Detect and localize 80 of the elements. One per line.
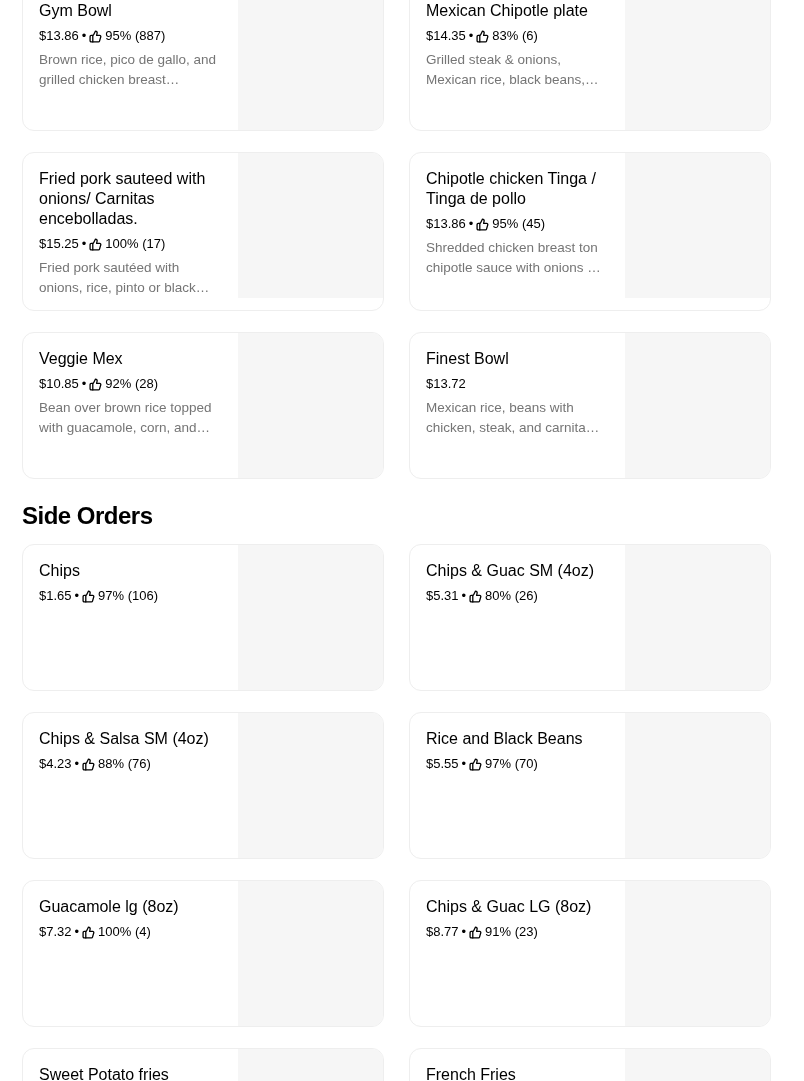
separator-dot: • bbox=[468, 215, 474, 233]
item-rating: 83% (6) bbox=[492, 27, 538, 45]
separator-dot: • bbox=[461, 923, 467, 941]
item-name: Chips & Salsa SM (4oz) bbox=[39, 729, 210, 749]
item-rating: 95% (887) bbox=[105, 27, 166, 45]
separator-dot: • bbox=[74, 923, 80, 941]
item-name: Rice and Black Beans bbox=[426, 729, 584, 749]
item-name: Chipotle chicken Tinga / Tinga de pollo bbox=[426, 169, 597, 209]
item-name: Guacamole lg (8oz) bbox=[39, 897, 180, 917]
item-price: $8.77 bbox=[426, 923, 459, 941]
item-price: $4.23 bbox=[39, 755, 72, 773]
item-price: $13.86 bbox=[426, 215, 466, 233]
menu-item-card[interactable]: Sweet Potato fries bbox=[22, 1048, 384, 1081]
thumbs-up-icon bbox=[476, 29, 490, 43]
item-description: Mexican rice, beans with chicken, steak, and carnita… bbox=[426, 399, 601, 437]
thumbs-up-icon bbox=[89, 237, 103, 251]
section-heading: Side Orders bbox=[22, 502, 154, 530]
item-rating: 97% (70) bbox=[485, 755, 538, 773]
thumbs-up-icon bbox=[82, 589, 96, 603]
item-rating: 92% (28) bbox=[105, 375, 159, 393]
menu-item-card[interactable]: Chips & Salsa SM (4oz) $4.23 • 88% (76) bbox=[22, 712, 384, 859]
separator-dot: • bbox=[74, 587, 80, 605]
menu-item-card[interactable]: Guacamole lg (8oz) $7.32 • 100% (4) bbox=[22, 880, 384, 1027]
item-name: Gym Bowl bbox=[39, 1, 113, 21]
separator-dot: • bbox=[461, 755, 467, 773]
item-name: Mexican Chipotle plate bbox=[426, 1, 589, 21]
item-description: Shredded chicken breast ton chipotle sauce with onions … bbox=[426, 239, 602, 277]
menu-item-card[interactable]: Finest Bowl $13.72 Mexican rice, beans with chicken, steak, and carnita… bbox=[409, 332, 771, 479]
item-description: Grilled steak & onions, Mexican rice, black beans,… bbox=[426, 51, 600, 89]
menu-item-card[interactable]: Rice and Black Beans $5.55 • 97% (70) bbox=[409, 712, 771, 859]
item-price: $5.55 bbox=[426, 755, 459, 773]
menu-item-card[interactable]: Chips & Guac LG (8oz) $8.77 • 91% (23) bbox=[409, 880, 771, 1027]
separator-dot: • bbox=[74, 755, 80, 773]
menu-item-card[interactable]: Chipotle chicken Tinga / Tinga de pollo $13.86 • 95% (45) Shredded chicken breast ton chipotle sauce with onions … bbox=[409, 152, 771, 311]
separator-dot: • bbox=[468, 27, 474, 45]
separator-dot: • bbox=[461, 587, 467, 605]
item-description: Brown rice, pico de gallo, and grilled chicken breast… bbox=[39, 51, 218, 89]
item-price: $13.86 bbox=[39, 27, 79, 45]
menu-item-card[interactable]: Veggie Mex $10.85 • 92% (28) Bean over brown rice topped with guacamole, corn, and… bbox=[22, 332, 384, 479]
menu-item-card[interactable]: Chips & Guac SM (4oz) $5.31 • 80% (26) bbox=[409, 544, 771, 691]
thumbs-up-icon bbox=[82, 925, 96, 939]
thumbs-up-icon bbox=[89, 29, 103, 43]
item-name: Fried pork sauteed with onions/ Carnitas encebolladas. bbox=[39, 169, 207, 229]
separator-dot: • bbox=[81, 375, 87, 393]
item-rating: 100% (17) bbox=[105, 235, 166, 253]
item-price: $10.85 bbox=[39, 375, 79, 393]
item-rating: 100% (4) bbox=[98, 923, 151, 941]
item-name: French Fries bbox=[426, 1065, 517, 1081]
item-price: $5.31 bbox=[426, 587, 459, 605]
item-description: Fried pork sautéed with onions, rice, pinto or black… bbox=[39, 259, 211, 297]
thumbs-up-icon bbox=[469, 589, 483, 603]
item-price: $1.65 bbox=[39, 587, 72, 605]
thumbs-up-icon bbox=[476, 217, 490, 231]
item-rating: 97% (106) bbox=[98, 587, 159, 605]
item-price: $13.72 bbox=[426, 375, 466, 393]
separator-dot: • bbox=[81, 27, 87, 45]
item-rating: 91% (23) bbox=[485, 923, 538, 941]
item-name: Chips & Guac SM (4oz) bbox=[426, 561, 596, 581]
item-price: $14.35 bbox=[426, 27, 466, 45]
thumbs-up-icon bbox=[89, 377, 103, 391]
menu-item-card[interactable]: Gym Bowl $13.86 • 95% (887) Brown rice, pico de gallo, and grilled chicken breast… bbox=[22, 0, 384, 131]
item-rating: 80% (26) bbox=[485, 587, 538, 605]
item-name: Chips bbox=[39, 561, 81, 581]
item-price: $15.25 bbox=[39, 235, 79, 253]
item-name: Veggie Mex bbox=[39, 349, 124, 369]
thumbs-up-icon bbox=[469, 757, 483, 771]
menu-item-card[interactable]: Mexican Chipotle plate $14.35 • 83% (6) Grilled steak & onions, Mexican rice, black beans,… bbox=[409, 0, 771, 131]
item-name: Chips & Guac LG (8oz) bbox=[426, 897, 593, 917]
thumbs-up-icon bbox=[469, 925, 483, 939]
menu-item-card[interactable]: Fried pork sauteed with onions/ Carnitas encebolladas. $15.25 • 100% (17) Fried pork sautéed with onions, rice, pinto or black… bbox=[22, 152, 384, 311]
menu-item-card[interactable]: French Fries bbox=[409, 1048, 771, 1081]
item-rating: 88% (76) bbox=[98, 755, 151, 773]
menu-item-card[interactable]: Chips $1.65 • 97% (106) bbox=[22, 544, 384, 691]
item-name: Sweet Potato fries bbox=[39, 1065, 170, 1081]
separator-dot: • bbox=[81, 235, 87, 253]
thumbs-up-icon bbox=[82, 757, 96, 771]
item-rating: 95% (45) bbox=[492, 215, 546, 233]
item-name: Finest Bowl bbox=[426, 349, 510, 369]
item-description: Bean over brown rice topped with guacamole, corn, and… bbox=[39, 399, 213, 437]
item-price: $7.32 bbox=[39, 923, 72, 941]
